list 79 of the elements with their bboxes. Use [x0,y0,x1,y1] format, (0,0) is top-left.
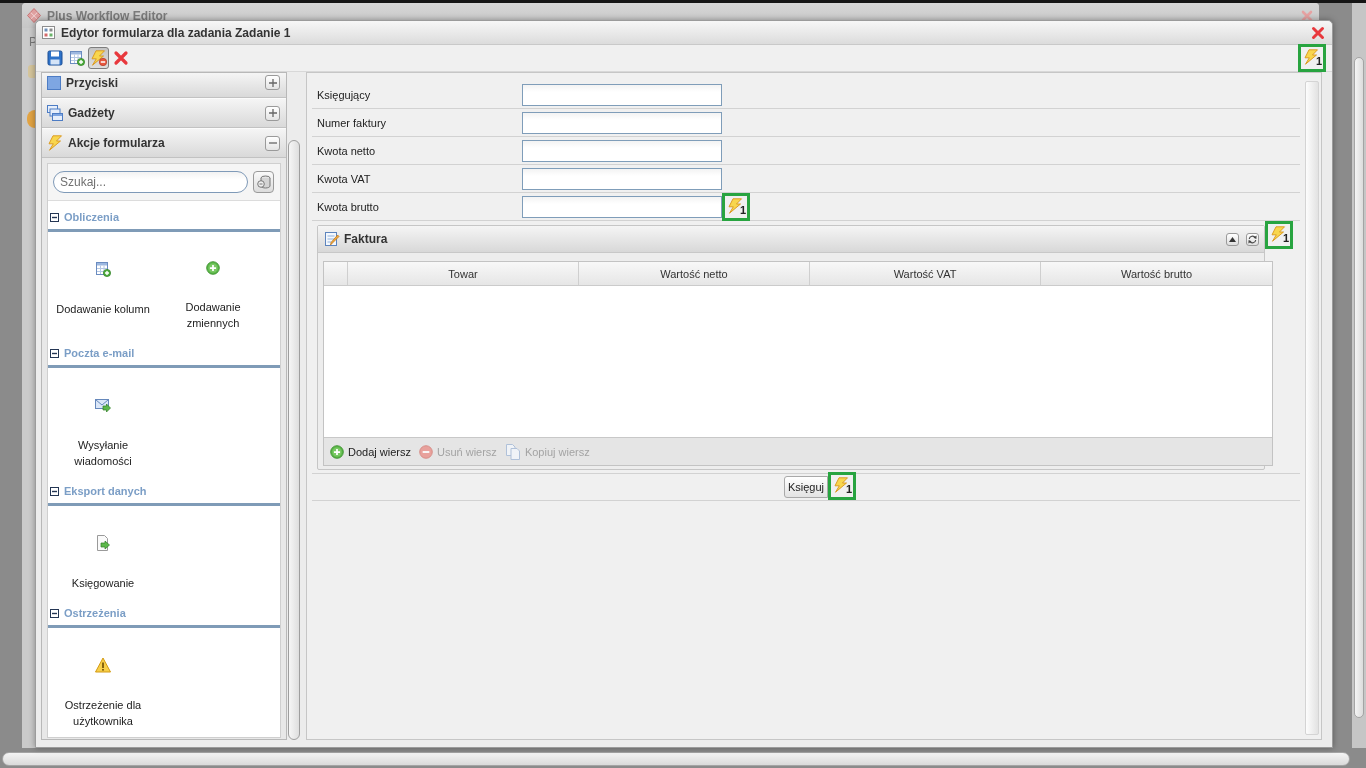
square-icon [47,75,61,90]
minus-box-icon[interactable] [50,348,59,358]
scrollbar[interactable] [288,140,300,740]
close-button[interactable] [1301,9,1313,22]
palette-item-label[interactable]: Ostrzeżenie dla użytkownika [51,697,155,729]
save-button[interactable] [44,47,65,69]
plus-circle-icon[interactable] [206,261,220,275]
panel-title: Faktura [344,232,388,246]
table-add-icon [68,50,85,66]
column-header[interactable]: Towar [348,262,579,285]
input-field[interactable] [522,139,722,162]
close-icon [1301,9,1313,22]
grid-icon [42,26,55,39]
search-field[interactable]: Szukaj... [53,171,248,193]
minus-box-icon[interactable] [50,608,59,618]
column-header[interactable]: Wartość VAT [810,262,1041,285]
field-label: Kwota VAT [316,172,372,185]
row-action-button[interactable]: Dodaj wiersz [330,444,411,459]
dialog-title: Edytor formularza dla zadania Zadanie 1 [61,25,292,40]
accordion-header[interactable]: Gadżety [42,98,286,128]
plus-circle-icon [330,444,344,459]
lightning-icon [47,135,63,151]
accordion-header[interactable]: Przyciski [42,73,286,98]
plus-icon [268,78,277,87]
pencil-form-icon [324,231,340,247]
warning-icon[interactable] [95,657,111,673]
column-header[interactable]: Wartość netto [579,262,810,285]
expand-toggle[interactable] [265,105,280,121]
scrollbar[interactable] [2,752,1350,766]
accordion-header[interactable]: Akcje formularza [42,128,286,158]
minus-circle-icon [418,444,433,459]
envelope-arrow-icon[interactable] [95,397,111,413]
scrollbar[interactable] [1305,81,1319,735]
section-title[interactable]: Przyciski [66,75,260,90]
form-actions-button[interactable]: 1 [828,472,857,500]
form-actions-button[interactable]: 1 [1298,44,1326,72]
palette-item-label[interactable]: Dodawanie zmiennych [161,299,265,331]
diamond-logo-icon [27,8,41,23]
plus-icon [268,109,277,117]
expand-toggle[interactable] [265,135,280,151]
window-title: Plus Workflow Editor [47,8,169,23]
refresh-icon [1248,234,1257,244]
column-header[interactable]: Wartość brutto [1041,262,1272,285]
minus-icon [268,139,277,147]
collapse-panel-button[interactable] [1226,232,1239,246]
triangle-up-icon [1229,236,1236,242]
stacked-windows-icon [47,105,63,121]
document-arrow-icon[interactable] [95,535,111,551]
table-add-icon[interactable] [95,261,111,277]
lightning-minus-icon [90,50,107,66]
submit-button[interactable]: Księguj [783,476,829,498]
input-field[interactable] [522,111,722,134]
input-field[interactable] [522,167,722,190]
actions-button[interactable] [88,47,109,69]
palette-item-label[interactable]: Dodawanie kolumn [56,301,150,317]
minus-box-icon[interactable] [50,212,59,222]
x-icon [112,50,129,66]
input-field[interactable] [522,195,722,218]
block-icon [28,65,35,78]
field-label: Księgujący [316,88,372,101]
copy-icon [504,443,521,460]
close-button[interactable] [1311,25,1325,40]
field-label: Kwota brutto [316,200,380,213]
scrollbar[interactable] [1354,57,1364,718]
section-title[interactable]: Gadżety [68,106,260,120]
minus-box-icon[interactable] [50,486,59,496]
search-button[interactable] [253,171,274,193]
palette-item-label[interactable]: Księgowanie [71,575,135,591]
close-icon [1311,25,1325,40]
form-actions-button[interactable]: 1 [722,192,750,221]
refresh-button[interactable] [1246,232,1259,246]
database-icon [256,175,271,189]
section-title[interactable]: Akcje formularza [68,136,260,150]
expand-toggle[interactable] [265,75,280,90]
input-field[interactable] [522,83,722,106]
field-label: Numer faktury [316,116,388,129]
form-actions-button[interactable]: 1 [1265,221,1293,249]
palette-item-label[interactable]: Wysyłanie wiadomości [51,437,155,469]
field-label: Kwota netto [316,144,377,157]
